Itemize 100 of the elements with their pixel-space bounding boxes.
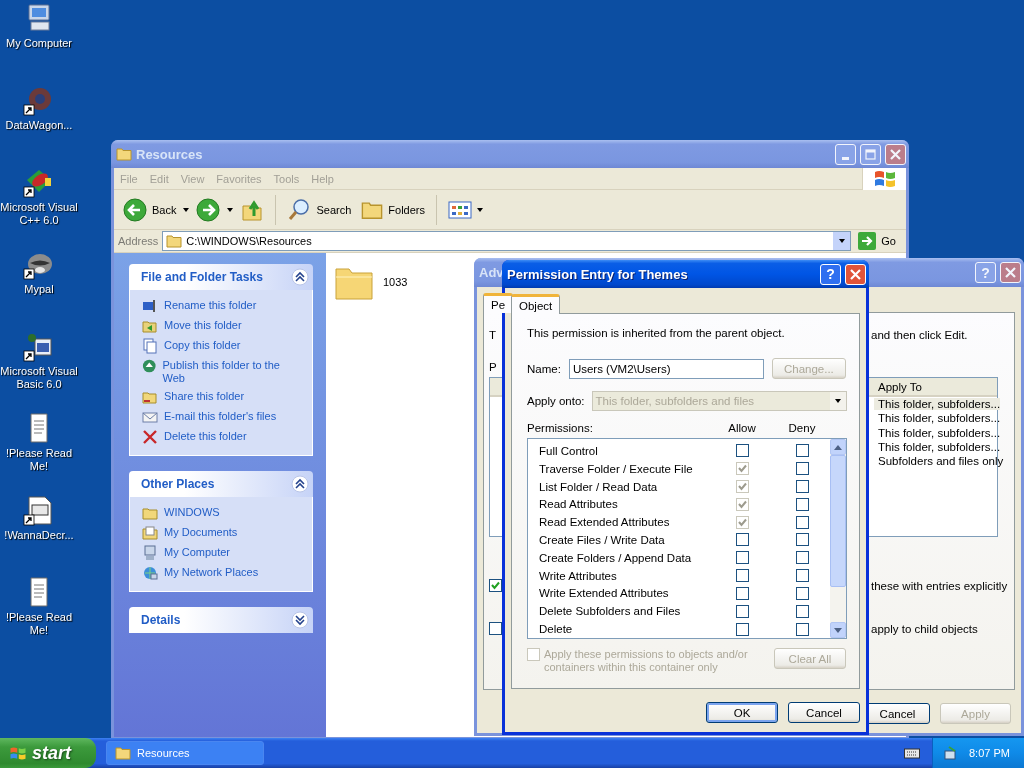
clock: 8:07 PM <box>969 747 1010 759</box>
desktop-icon-label[interactable]: Microsoft Visual C++ 6.0 <box>0 201 78 227</box>
list-row[interactable]: This folder, subfolders... <box>874 412 1001 425</box>
caret-icon <box>477 207 483 212</box>
task-link[interactable]: Move this folder <box>164 318 242 332</box>
search-button[interactable]: Search <box>284 192 355 227</box>
permission-name: Full Control <box>539 444 599 457</box>
tab[interactable]: Object <box>511 294 561 314</box>
checkbox[interactable] <box>796 462 809 476</box>
checkbox[interactable] <box>796 497 809 511</box>
folder-icon <box>142 318 158 334</box>
pages-icon <box>142 338 158 354</box>
task-link[interactable]: WINDOWS <box>164 505 220 519</box>
checkbox[interactable] <box>796 551 809 565</box>
task-link[interactable]: Publish this folder to the Web <box>162 358 292 385</box>
folders-button[interactable]: Folders <box>358 192 428 227</box>
checkbox[interactable] <box>796 622 809 636</box>
checkbox[interactable] <box>736 604 749 618</box>
permission-name: Delete <box>539 623 574 636</box>
go-button[interactable]: Go <box>855 231 902 251</box>
desktop-icon-label[interactable]: Mypal <box>0 283 78 296</box>
close-button[interactable] <box>845 263 866 285</box>
expand-icon[interactable] <box>291 611 309 629</box>
intro-text: and then click Edit. <box>871 329 968 341</box>
help-button[interactable]: ? <box>820 263 841 285</box>
close-button[interactable] <box>1000 262 1021 283</box>
desktop-icon-label[interactable]: DataWagon... <box>0 119 78 132</box>
desktop-icon-label[interactable]: Microsoft Visual Basic 6.0 <box>0 365 78 391</box>
tray-icon[interactable] <box>943 745 959 761</box>
close-icon <box>1005 267 1016 278</box>
checkbox[interactable] <box>736 551 749 565</box>
back-button[interactable]: Back <box>120 192 180 227</box>
list-row[interactable]: This folder, subfolders... <box>874 426 1001 439</box>
column-header[interactable]: Apply To <box>874 380 997 393</box>
collapse-icon[interactable] <box>291 475 309 493</box>
collapse-icon[interactable] <box>291 268 309 286</box>
permission-name: Traverse Folder / Execute File <box>539 462 694 475</box>
checkbox-label: Apply these permissions to objects and/or containers within this container only <box>544 648 749 674</box>
intro-text: T <box>489 329 497 341</box>
list-row[interactable]: This folder, subfolders... <box>874 441 1001 454</box>
scroll-down-icon[interactable] <box>834 627 842 633</box>
checkbox[interactable] <box>736 622 749 636</box>
folder-icon <box>142 505 158 521</box>
desktop-icon-label[interactable]: !Please Read Me! <box>0 447 78 473</box>
checkbox[interactable] <box>489 579 502 592</box>
dialog-button[interactable]: Cancel <box>788 702 860 723</box>
checkbox[interactable] <box>736 533 749 547</box>
taskbar-button[interactable]: Resources <box>106 741 264 765</box>
address-field[interactable]: C:\WINDOWS\Resources <box>162 231 852 251</box>
maximize-icon <box>865 148 876 160</box>
folder-icon <box>142 525 158 541</box>
task-link[interactable]: My Network Places <box>164 565 259 579</box>
file-name[interactable]: 1033 <box>383 276 408 288</box>
minimize-icon <box>842 156 849 160</box>
delete-icon <box>142 429 158 445</box>
dialog-button[interactable]: OK <box>706 702 778 723</box>
task-link[interactable]: E-mail this folder's files <box>164 409 277 423</box>
checkbox[interactable] <box>796 604 809 618</box>
desktop-icon-label[interactable]: !WannaDecr... <box>0 529 78 542</box>
task-link[interactable]: My Documents <box>164 525 238 539</box>
checkbox[interactable] <box>796 515 809 529</box>
checkbox[interactable] <box>489 622 502 635</box>
checkbox[interactable] <box>736 444 749 458</box>
desktop-icon-label[interactable]: My Computer <box>0 37 78 50</box>
list-row[interactable]: Subfolders and files only <box>874 455 1004 468</box>
caret-icon <box>835 399 841 403</box>
task-link[interactable]: Share this folder <box>164 389 245 403</box>
tab[interactable]: Pe <box>483 293 514 313</box>
checkbox[interactable] <box>796 444 809 458</box>
checkbox[interactable] <box>796 480 809 494</box>
field-label: Permissions: <box>527 422 594 434</box>
checkbox[interactable] <box>796 586 809 600</box>
task-link[interactable]: Copy this folder <box>164 338 241 352</box>
column-header: Deny <box>787 422 817 434</box>
task-link[interactable]: Rename this folder <box>164 298 257 312</box>
change-button: Change... <box>771 358 846 379</box>
option-text: these with entries explicitly <box>871 579 1008 592</box>
close-button[interactable] <box>885 143 906 165</box>
window-title: Permission Entry for Themes <box>507 266 688 282</box>
close-icon <box>890 148 901 160</box>
checkbox[interactable] <box>736 569 749 583</box>
list-row[interactable]: This folder, subfolders... <box>874 398 1001 411</box>
name-field[interactable]: Users (VM2\Users) <box>568 358 764 379</box>
permission-name: Write Attributes <box>539 569 618 582</box>
permission-name: Write Extended Attributes <box>539 587 670 600</box>
start-button[interactable]: start <box>0 738 96 768</box>
apply-onto-dropdown: This folder, subfolders and files <box>591 391 847 411</box>
keyboard-icon[interactable] <box>904 747 920 759</box>
app-icon[interactable] <box>23 494 55 526</box>
task-link[interactable]: My Computer <box>164 545 231 559</box>
option-text: apply to child objects <box>871 622 978 635</box>
scroll-up-icon[interactable] <box>834 444 842 450</box>
task-link[interactable]: Delete this folder <box>164 429 247 443</box>
checkbox[interactable] <box>796 533 809 547</box>
desktop-icon-label[interactable]: !Please Read Me! <box>0 611 78 637</box>
panel-title: Details <box>141 613 181 627</box>
scrollbar[interactable] <box>830 439 846 638</box>
checkbox[interactable] <box>736 586 749 600</box>
field-label: Name: <box>527 362 561 375</box>
checkbox[interactable] <box>796 569 809 583</box>
